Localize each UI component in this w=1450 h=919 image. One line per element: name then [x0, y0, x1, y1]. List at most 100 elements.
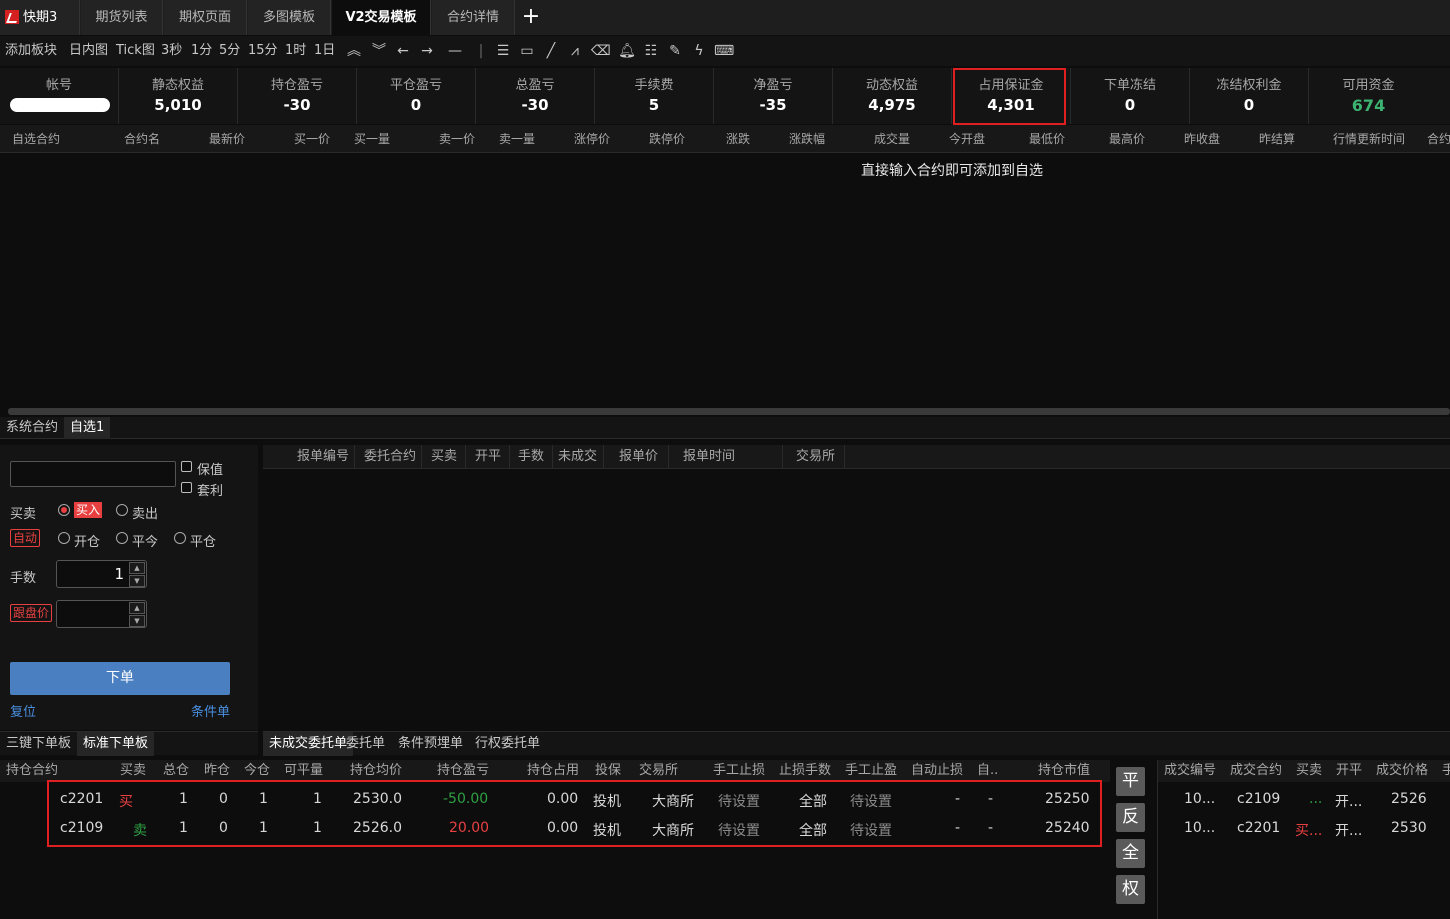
quote-col[interactable]: 跌停价	[649, 125, 685, 153]
positions-col[interactable]: 手工止损	[713, 760, 765, 782]
close-position-button[interactable]: 平	[1116, 767, 1145, 796]
tab-exercise-orders[interactable]: 行权委托单	[469, 732, 546, 756]
quote-table-body[interactable]: 直接输入合约即可添加到自选	[0, 154, 1450, 406]
quote-col[interactable]: 涨停价	[574, 125, 610, 153]
positions-col[interactable]: 今仓	[244, 760, 270, 782]
tab-multi-chart[interactable]: 多图模板	[248, 0, 331, 35]
quote-col[interactable]: 行情更新时间	[1333, 125, 1405, 153]
positions-col[interactable]: 昨仓	[204, 760, 230, 782]
tab-conditional-orders[interactable]: 条件预埋单	[392, 732, 469, 756]
positions-col[interactable]: 自..	[977, 760, 998, 782]
auto-offset-button[interactable]: 自动	[10, 529, 41, 547]
close-today-label[interactable]: 平今	[132, 531, 158, 550]
follow-price-button[interactable]: 跟盘价	[10, 604, 53, 622]
tab-v2-trade-template[interactable]: V2交易模板	[332, 0, 431, 35]
lightning-icon[interactable]: ϟ	[690, 42, 708, 60]
orders-col[interactable]: 未成交	[554, 445, 604, 469]
interval-1m[interactable]: 1分	[191, 36, 212, 66]
add-block-button[interactable]: 添加板块	[5, 36, 57, 66]
quote-col[interactable]: 涨跌	[726, 125, 750, 153]
arrow-right-icon[interactable]: →	[418, 42, 436, 60]
sell-label[interactable]: 卖出	[132, 503, 158, 522]
submit-order-button[interactable]: 下单	[10, 662, 230, 695]
pencil-icon[interactable]: ✎	[666, 42, 684, 60]
trades-col[interactable]: 成交价格	[1376, 760, 1428, 782]
close-today-radio[interactable]	[116, 532, 128, 544]
quote-col[interactable]: 昨收盘	[1184, 125, 1220, 153]
exercise-button[interactable]: 权	[1116, 875, 1145, 904]
open-radio[interactable]	[58, 532, 70, 544]
quantity-down-icon[interactable]: ▼	[129, 575, 145, 587]
positions-col[interactable]: 买卖	[120, 760, 146, 782]
interval-15m[interactable]: 15分	[248, 36, 278, 66]
buy-radio[interactable]	[58, 504, 70, 516]
double-chevron-down-icon[interactable]: ︾	[370, 42, 388, 60]
tab-options-page[interactable]: 期权页面	[164, 0, 247, 35]
double-chevron-up-icon[interactable]: ︽	[345, 42, 363, 60]
eraser-icon[interactable]: ⌫	[591, 42, 611, 60]
keyboard-icon[interactable]: ⌨	[714, 42, 734, 60]
quote-col[interactable]: 涨跌幅	[789, 125, 825, 153]
positions-col[interactable]: 止损手数	[779, 760, 831, 782]
add-tab-icon[interactable]: +	[516, 0, 546, 35]
tab-contract-detail[interactable]: 合约详情	[432, 0, 515, 35]
polyline-icon[interactable]: ⩘	[566, 42, 584, 60]
price-stepper[interactable]: ▲ ▼	[56, 600, 147, 628]
positions-col[interactable]: 持仓盈亏	[437, 760, 489, 782]
positions-col[interactable]: 持仓占用	[527, 760, 579, 782]
quote-horizontal-scrollbar[interactable]	[8, 408, 1450, 415]
quote-col[interactable]: 卖一价	[439, 125, 475, 153]
trades-col[interactable]: 开平	[1336, 760, 1362, 782]
trades-col[interactable]: 手	[1442, 760, 1450, 782]
interval-1h[interactable]: 1时	[285, 36, 306, 66]
positions-col[interactable]: 自动止损	[911, 760, 963, 782]
tab-futures-list[interactable]: 期货列表	[81, 0, 163, 35]
conditional-order-link[interactable]: 条件单	[191, 701, 230, 720]
positions-col[interactable]: 持仓合约	[6, 760, 58, 782]
positions-col[interactable]: 可平量	[284, 760, 323, 782]
quote-col[interactable]: 合约	[1427, 125, 1450, 153]
tab-orders[interactable]: 委托单	[340, 732, 391, 756]
hedge-checkbox[interactable]	[181, 461, 192, 472]
orders-col[interactable]: 交易所	[785, 445, 845, 469]
text-box-icon[interactable]: ☰	[494, 42, 512, 60]
contract-input[interactable]	[10, 461, 176, 487]
trades-col[interactable]: 成交合约	[1230, 760, 1282, 782]
tab-three-key-panel[interactable]: 三键下单板	[0, 732, 77, 756]
sliders-icon[interactable]: ☷	[642, 42, 660, 60]
arrow-left-icon[interactable]: ←	[394, 42, 412, 60]
rectangle-icon[interactable]: ▭	[518, 42, 536, 60]
quote-col[interactable]: 买一量	[354, 125, 390, 153]
quote-col[interactable]: 今开盘	[949, 125, 985, 153]
quote-col[interactable]: 成交量	[874, 125, 910, 153]
reset-link[interactable]: 复位	[10, 701, 36, 720]
quantity-stepper[interactable]: 1 ▲ ▼	[56, 560, 147, 588]
trades-col[interactable]: 成交编号	[1164, 760, 1216, 782]
orders-col[interactable]: 手数	[513, 445, 553, 469]
orders-col[interactable]: 委托合约	[359, 445, 422, 469]
interval-intraday[interactable]: 日内图	[69, 36, 108, 66]
quote-col[interactable]: 买一价	[294, 125, 330, 153]
price-down-icon[interactable]: ▼	[129, 615, 145, 627]
orders-col[interactable]: 报单编号	[285, 445, 355, 469]
quote-col[interactable]: 合约名	[124, 125, 160, 153]
positions-col[interactable]: 投保	[595, 760, 621, 782]
orders-col[interactable]: 报单时间	[673, 445, 783, 469]
trades-col[interactable]: 买卖	[1296, 760, 1322, 782]
buy-label[interactable]: 买入	[74, 502, 103, 518]
sell-radio[interactable]	[116, 504, 128, 516]
positions-col[interactable]: 持仓均价	[350, 760, 402, 782]
open-label[interactable]: 开仓	[74, 531, 100, 550]
tab-watchlist-1[interactable]: 自选1	[64, 417, 111, 439]
positions-col[interactable]: 总仓	[163, 760, 189, 782]
close-radio[interactable]	[174, 532, 186, 544]
price-up-icon[interactable]: ▲	[129, 602, 145, 614]
tab-system-contracts[interactable]: 系统合约	[0, 417, 64, 439]
tab-standard-panel[interactable]: 标准下单板	[77, 732, 155, 756]
interval-tick[interactable]: Tick图	[116, 36, 155, 66]
quote-col[interactable]: 卖一量	[499, 125, 535, 153]
close-all-button[interactable]: 全	[1116, 839, 1145, 868]
close-label[interactable]: 平仓	[190, 531, 216, 550]
positions-col[interactable]: 手工止盈	[845, 760, 897, 782]
quote-col[interactable]: 最高价	[1109, 125, 1145, 153]
